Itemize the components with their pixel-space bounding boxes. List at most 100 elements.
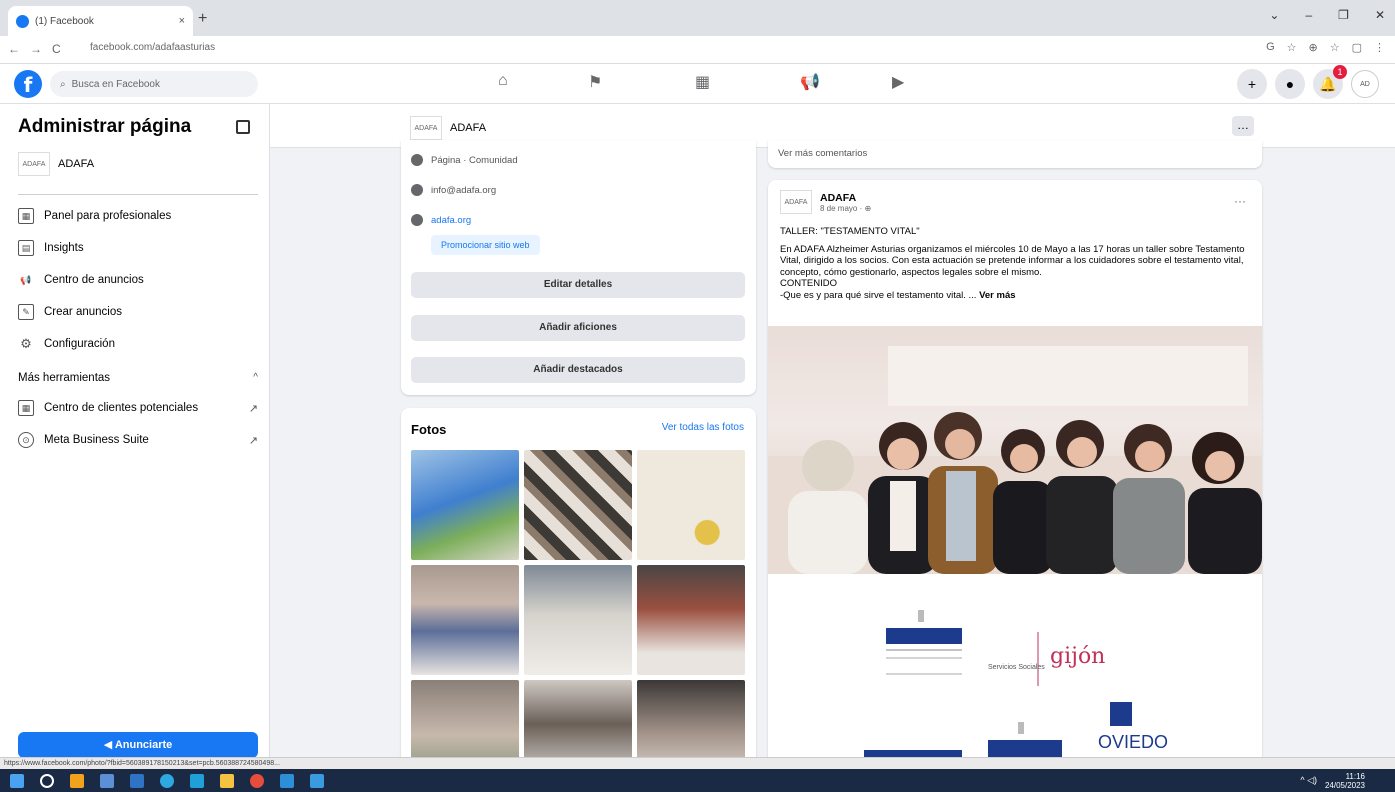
search-input[interactable]: ⌕ Busca en Facebook <box>50 71 258 97</box>
sidebar-item-label: Panel para profesionales <box>44 210 172 222</box>
app-icon[interactable] <box>310 773 324 788</box>
collapse-sidebar-icon[interactable] <box>236 120 250 134</box>
clock-time: 11:16 <box>1345 772 1365 781</box>
sidebar-item-settings[interactable]: ⚙ Configuración <box>18 336 258 352</box>
photo-thumbnail[interactable] <box>411 450 519 560</box>
split-view-icon[interactable]: ▢ <box>1352 41 1362 54</box>
external-link-icon: ↗ <box>248 434 258 447</box>
promote-button[interactable]: ◀ Anunciarte <box>18 732 258 758</box>
url-field[interactable]: facebook.com/adafaasturias <box>90 42 215 53</box>
sidebar-item-ad-center[interactable]: 📢 Centro de anuncios <box>18 272 258 288</box>
promote-website-button[interactable]: Promocionar sitio web <box>431 235 540 255</box>
pages-flag-icon[interactable]: ⚑ <box>588 72 602 92</box>
add-featured-button[interactable]: Añadir destacados <box>411 357 745 383</box>
sidebar-item-label: Centro de anuncios <box>44 274 144 286</box>
pencil-icon: ✎ <box>18 304 34 320</box>
bell-icon: 🔔 <box>1319 75 1337 92</box>
edge-new-icon[interactable] <box>190 773 204 788</box>
tab-close-icon[interactable]: × <box>179 15 185 27</box>
post-menu-icon[interactable]: ··· <box>1234 194 1246 208</box>
favorites-icon[interactable]: ☆ <box>1330 41 1340 54</box>
website-link[interactable]: adafa.org <box>431 215 471 226</box>
photo-thumbnail[interactable] <box>637 565 745 675</box>
edge-icon[interactable] <box>160 773 174 788</box>
external-link-icon: ↗ <box>248 402 258 415</box>
more-tools-label: Más herramientas <box>18 372 111 384</box>
manage-page-sidebar: Administrar página ADAFA ADAFA ▦ Panel p… <box>0 104 270 758</box>
google-icon[interactable]: G <box>1266 41 1275 54</box>
video-icon[interactable]: ▶ <box>892 72 904 92</box>
home-icon[interactable]: ⌂ <box>498 72 508 90</box>
sidebar-page-switcher[interactable]: ADAFA ADAFA <box>18 152 94 176</box>
post-author-avatar[interactable]: ADAFA <box>780 190 812 214</box>
messenger-icon[interactable]: ● <box>1275 69 1305 99</box>
reload-icon[interactable]: C <box>52 42 61 56</box>
clock[interactable]: 11:16 24/05/2023 <box>1325 772 1365 790</box>
bookmark-star-icon[interactable]: ☆ <box>1287 41 1297 54</box>
system-tray-icons[interactable]: ^ ◁) <box>1300 775 1317 786</box>
sidebar-item-create-ads[interactable]: ✎ Crear anuncios <box>18 304 258 320</box>
see-more-link[interactable]: Ver más <box>979 290 1015 301</box>
sidebar-page-name: ADAFA <box>58 158 95 170</box>
tab-title: (1) Facebook <box>35 15 94 27</box>
sidebar-item-label: Configuración <box>44 338 115 350</box>
extension-icon[interactable]: ⊕ <box>1309 41 1318 54</box>
more-comments-link[interactable]: Ver más comentarios <box>768 140 1262 168</box>
facebook-favicon-icon <box>16 14 29 28</box>
more-options-button[interactable]: … <box>1232 116 1254 136</box>
adafa-logo: ADAFA <box>410 116 442 140</box>
sidebar-item-professional-dashboard[interactable]: ▦ Panel para profesionales <box>18 208 258 224</box>
task-view-icon[interactable] <box>100 773 114 788</box>
email-icon <box>411 184 423 196</box>
sidebar-item-insights[interactable]: ▤ Insights <box>18 240 258 256</box>
post-date[interactable]: 8 de mayo · ⊕ <box>820 204 871 213</box>
globe-icon <box>411 214 423 226</box>
post-author[interactable]: ADAFA <box>820 192 871 204</box>
post-photo[interactable] <box>768 326 1262 574</box>
mail-icon[interactable] <box>130 773 144 788</box>
meta-business-icon: ⊙ <box>18 432 34 448</box>
adafa-logo: ADAFA <box>18 152 50 176</box>
divider <box>18 194 258 195</box>
notifications-icon[interactable]: 🔔 1 <box>1313 65 1347 99</box>
close-window-button[interactable]: ✕ <box>1375 8 1385 22</box>
search-icon[interactable] <box>40 773 54 788</box>
more-tools-header[interactable]: Más herramientas ^ <box>18 372 258 384</box>
browser-status-url: https://www.facebook.com/photo/?fbid=560… <box>0 757 1395 769</box>
app-icon[interactable] <box>280 773 294 788</box>
photo-thumbnail[interactable] <box>524 450 632 560</box>
sidebar-item-meta-business-suite[interactable]: ⊙ Meta Business Suite ↗ <box>18 432 258 448</box>
sidebar-item-label: Insights <box>44 242 84 254</box>
photo-thumbnail[interactable] <box>524 565 632 675</box>
photo-thumbnail[interactable] <box>637 450 745 560</box>
tab-search-icon[interactable]: ⌄ <box>1269 8 1279 22</box>
megaphone-icon[interactable]: 📢 <box>800 72 820 92</box>
sidebar-title: Administrar página <box>18 116 192 137</box>
photo-thumbnail[interactable] <box>411 565 519 675</box>
email-text[interactable]: info@adafa.org <box>431 185 496 196</box>
forward-icon[interactable]: → <box>30 42 42 56</box>
account-avatar[interactable]: AD <box>1351 70 1379 98</box>
restore-button[interactable]: ❐ <box>1338 8 1349 22</box>
back-icon[interactable]: ← <box>8 42 20 56</box>
sidebar-item-leads-center[interactable]: ▦ Centro de clientes potenciales ↗ <box>18 400 258 416</box>
chevron-up-icon: ^ <box>253 372 258 383</box>
file-explorer-icon[interactable] <box>220 773 234 788</box>
minimize-button[interactable]: – <box>1305 8 1312 22</box>
chrome-icon[interactable] <box>250 773 264 788</box>
megaphone-icon: 📢 <box>20 274 32 285</box>
facebook-logo-icon[interactable]: f <box>14 70 42 98</box>
page-title[interactable]: ADAFA <box>450 122 486 134</box>
see-all-photos-link[interactable]: Ver todas las fotos <box>662 422 744 433</box>
add-hobbies-button[interactable]: Añadir aficiones <box>411 315 745 341</box>
promote-icon: ◀ <box>103 739 115 751</box>
browser-menu-icon[interactable]: ⋮ <box>1374 41 1385 54</box>
promote-button-label: Anunciarte <box>114 739 173 751</box>
edit-details-button[interactable]: Editar detalles <box>411 272 745 298</box>
app-icon[interactable] <box>70 773 84 788</box>
browser-tab[interactable]: (1) Facebook × <box>8 6 193 36</box>
page-grid-icon[interactable]: ▦ <box>695 72 710 92</box>
new-tab-button[interactable]: + <box>198 10 207 28</box>
create-icon[interactable]: + <box>1237 69 1267 99</box>
windows-start-icon[interactable] <box>10 773 24 788</box>
